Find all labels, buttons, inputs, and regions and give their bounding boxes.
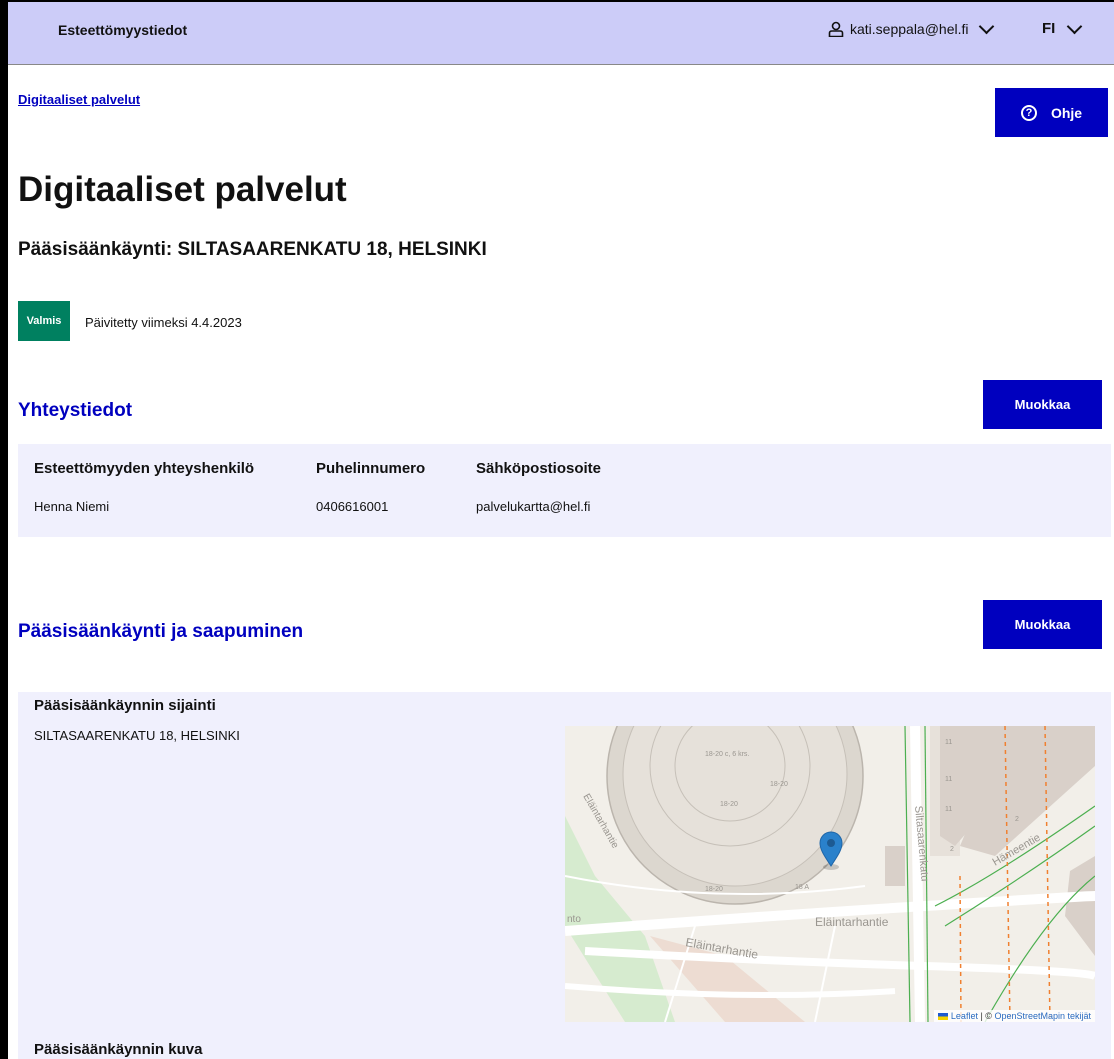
building-label: 18-20 (720, 801, 738, 808)
flag-icon (937, 1013, 948, 1021)
help-button[interactable]: ? Ohje (995, 88, 1108, 137)
entrance-panel: Pääsisäänkäynnin sijainti SILTASAARENKAT… (18, 692, 1111, 1059)
user-email: kati.seppala@hel.fi (850, 21, 969, 37)
building-label: 11 (945, 739, 952, 746)
contact-person-value: Henna Niemi (34, 499, 110, 514)
edit-entrance-button[interactable]: Muokkaa (983, 600, 1102, 649)
app-title: Esteettömyystiedot (58, 22, 188, 38)
phone-column: Puhelinnumero 0406616001 (316, 460, 425, 514)
help-label: Ohje (1050, 104, 1083, 121)
building-label: 18 A (795, 884, 809, 891)
language-code: FI (1042, 20, 1056, 37)
page-subtitle: Pääsisäänkäynti: SILTASAARENKATU 18, HEL… (18, 239, 487, 260)
building-label: 18-20 c, 6 krs. (705, 751, 749, 758)
contact-panel: Esteettömyyden yhteyshenkilö Henna Niemi… (18, 444, 1111, 537)
user-icon (828, 21, 844, 37)
building-label: 11 (945, 776, 952, 783)
chevron-down-icon (1067, 18, 1083, 34)
building-label: 2 (950, 846, 954, 853)
building-label: 18-20 (705, 886, 723, 893)
page: Esteettömyystiedot kati.seppala@hel.fi F… (8, 0, 1114, 1059)
language-selector[interactable]: FI (1042, 18, 1083, 37)
phone-value: 0406616001 (316, 499, 389, 514)
last-updated: Päivitetty viimeksi 4.4.2023 (85, 315, 242, 330)
building-label: 2 (1015, 816, 1019, 823)
page-title: Digitaaliset palvelut (18, 170, 347, 209)
contact-person-column: Esteettömyyden yhteyshenkilö Henna Niemi (34, 460, 254, 514)
leaflet-link[interactable]: Leaflet (951, 1011, 978, 1021)
entrance-photo-heading: Pääsisäänkäynnin kuva (34, 1041, 203, 1058)
street-label: Eläintarhantie (815, 915, 889, 929)
column-header: Puhelinnumero (316, 460, 426, 477)
edit-contact-button[interactable]: Muokkaa (983, 380, 1102, 429)
entrance-location-heading: Pääsisäänkäynnin sijainti (34, 697, 216, 714)
contact-section-title: Yhteystiedot (18, 400, 133, 421)
osm-link[interactable]: OpenStreetMapin tekijät (994, 1011, 1091, 1021)
breadcrumb-link[interactable]: Digitaaliset palvelut (18, 92, 140, 107)
attribution-separator: | © (977, 1011, 995, 1021)
building-label: 18-20 (770, 781, 788, 788)
email-column: Sähköpostiosoite palvelukartta@hel.fi (476, 460, 601, 514)
building-label: nto (567, 914, 581, 925)
entrance-section-title: Pääsisäänkäynti ja saapuminen (18, 621, 304, 642)
user-menu[interactable]: kati.seppala@hel.fi (828, 18, 994, 37)
chevron-down-icon (978, 18, 994, 35)
help-icon: ? (1020, 104, 1037, 121)
status-badge: Valmis (18, 301, 70, 341)
entrance-map[interactable]: Siltasaarenkatu Eläintarhantie Eläintarh… (565, 726, 1095, 1022)
top-bar: Esteettömyystiedot kati.seppala@hel.fi F… (8, 2, 1114, 65)
email-value: palvelukartta@hel.fi (476, 499, 591, 514)
column-header: Esteettömyyden yhteyshenkilö (34, 460, 255, 477)
column-header: Sähköpostiosoite (476, 460, 602, 477)
building-label: 11 (945, 806, 952, 813)
entrance-address: SILTASAARENKATU 18, HELSINKI (34, 728, 240, 743)
map-attribution: Leaflet | © OpenStreetMapin tekijät (933, 1010, 1095, 1022)
map-tiles: Siltasaarenkatu Eläintarhantie Eläintarh… (565, 726, 1095, 1022)
